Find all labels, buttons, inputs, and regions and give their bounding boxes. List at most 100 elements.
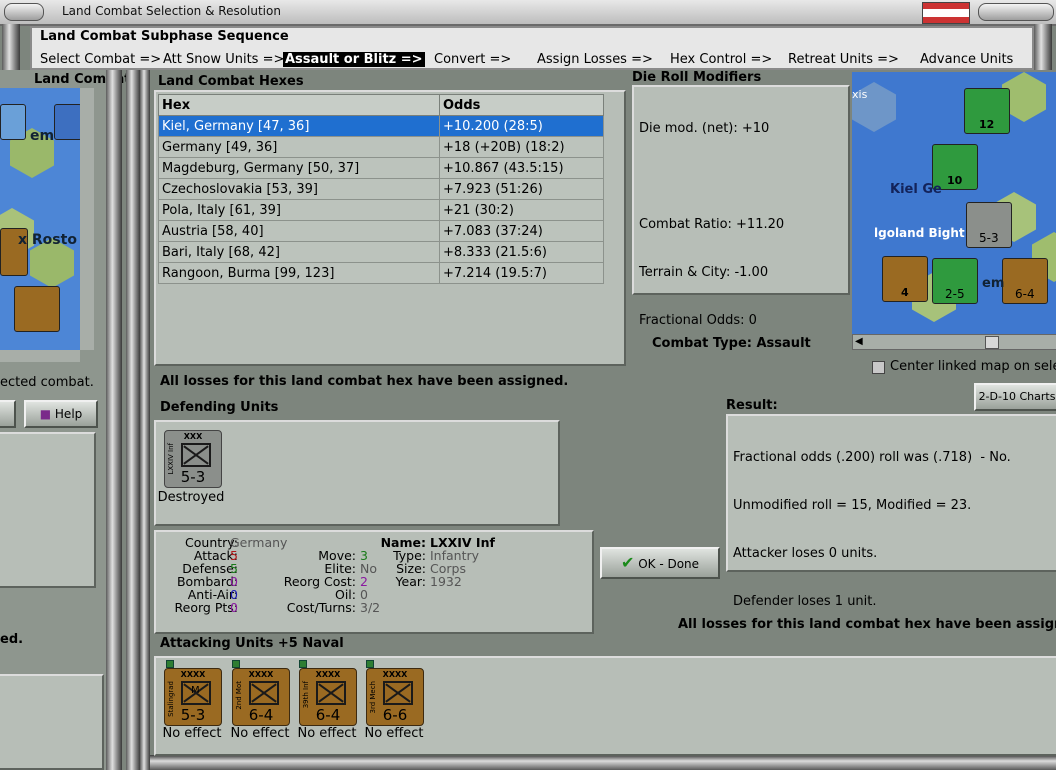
linked-map-scrollbar[interactable]: ◀ (852, 334, 1056, 350)
unit-size: XXX (183, 432, 203, 441)
pipe-decor (2, 24, 20, 70)
year-value: 1932 (430, 574, 462, 589)
attacking-unit-counter[interactable]: XXXX 3rd Mech 6-6 (366, 668, 424, 726)
window-titlebar: Land Combat Selection & Resolution (0, 0, 1056, 26)
hexes-list-box: Hex Odds Kiel, Germany [47, 36] +10.200 (… (154, 90, 626, 366)
attacking-unit-counter[interactable]: XXXX Stalingrad M 5-3 (164, 668, 222, 726)
hex-row[interactable]: Magdeburg, Germany [50, 37] +10.867 (43.5… (158, 157, 604, 179)
step-select-combat[interactable]: Select Combat => (40, 52, 161, 67)
pipe-decor (1034, 24, 1052, 70)
odds-cell: +7.214 (19.5:7) (439, 262, 604, 284)
left-bottom-box (0, 674, 104, 770)
infantry-icon (383, 681, 413, 705)
country-value: Germany (230, 535, 288, 550)
hex-column-header[interactable]: Hex (158, 94, 440, 116)
map-unit[interactable] (0, 104, 26, 140)
left-info-box (0, 432, 96, 588)
scroll-left-icon[interactable]: ◀ (855, 336, 863, 347)
hex-row[interactable]: Kiel, Germany [47, 36] +10.200 (28:5) (158, 115, 604, 137)
combat-type-label: Combat Type: (652, 336, 752, 351)
hex-row[interactable]: Rangoon, Burma [99, 123] +7.214 (19.5:7) (158, 262, 604, 284)
step-assault-or-blitz[interactable]: Assault or Blitz => (283, 52, 425, 67)
hex-cell: Bari, Italy [68, 42] (158, 241, 440, 263)
modifier-line: Terrain & City: -1.00 (639, 265, 769, 280)
map-unit-strength: 2-5 (945, 287, 965, 301)
cost-turns-value: 3/2 (360, 600, 381, 615)
modifiers-box: Die mod. (net): +10 Combat Ratio: +11.20… (632, 85, 850, 328)
odds-cell: +10.200 (28:5) (439, 115, 604, 137)
map-unit[interactable]: 6-4 (1002, 258, 1048, 304)
attacking-units-box: XXXX Stalingrad M 5-3 No effect XXXX 2nd… (154, 656, 1056, 756)
center-map-label: Center linked map on sele (890, 359, 1056, 374)
defending-unit-counter[interactable]: XXX LXXIV Inf 5-3 (164, 430, 222, 488)
hex-cell: Germany [49, 36] (158, 136, 440, 158)
defending-units-box: XXX LXXIV Inf 5-3 Destroyed (154, 420, 560, 526)
linked-map[interactable]: 12 10 5-3 4 2-5 6-4 Kiel Ge lgoland Bigh… (852, 72, 1056, 334)
hex-row[interactable]: Czechoslovakia [53, 39] +7.923 (51:26) (158, 178, 604, 200)
step-retreat-units[interactable]: Retreat Units => (788, 52, 899, 67)
unit-strength: 6-6 (382, 706, 408, 724)
unit-strength: 5-3 (180, 706, 206, 724)
step-assign-losses[interactable]: Assign Losses => (537, 52, 653, 67)
map-unit[interactable]: 2-5 (932, 258, 978, 304)
odds-cell: +7.083 (37:24) (439, 220, 604, 242)
hex-row[interactable]: Austria [58, 40] +7.083 (37:24) (158, 220, 604, 242)
pipe-decor (150, 755, 1056, 770)
help-button[interactable]: ■ Help (24, 400, 98, 428)
map-label: em (30, 128, 55, 144)
ok-done-button[interactable]: ✔ OK - Done (600, 547, 720, 579)
left-status-text: ected combat. (0, 375, 94, 390)
odds-column-header[interactable]: Odds (439, 94, 604, 116)
map-label: em (982, 276, 1005, 291)
unit-strength: 6-4 (315, 706, 341, 724)
modifier-line (639, 169, 784, 185)
mechanized-icon: M (181, 681, 211, 705)
attacking-unit-counter[interactable]: XXXX 2nd Mot 6-4 (232, 668, 290, 726)
losses-message: All losses for this land combat hex have… (160, 374, 569, 389)
unit-indicator (166, 660, 174, 668)
center-map-checkbox[interactable] (872, 361, 885, 374)
left-mini-map[interactable]: em x Rosto (0, 88, 80, 350)
help-button-label: Help (54, 407, 83, 421)
unit-strength: 5-3 (180, 468, 206, 486)
attacking-unit-counter[interactable]: XXXX 39th Inf 6-4 (299, 668, 357, 726)
unit-indicator (232, 660, 240, 668)
hex-row[interactable]: Germany [49, 36] +18 (+20B) (18:2) (158, 136, 604, 158)
hex-cell: Pola, Italy [61, 39] (158, 199, 440, 221)
step-convert[interactable]: Convert => (434, 52, 511, 67)
unit-size: XXXX (180, 670, 206, 679)
step-att-snow-units[interactable]: Att Snow Units => (163, 52, 284, 67)
help-icon: ■ (39, 407, 52, 421)
losses-message-right: All losses for this land combat hex have… (678, 617, 1056, 632)
map-unit[interactable] (54, 104, 80, 140)
map-unit[interactable] (14, 286, 60, 332)
step-advance-units[interactable]: Advance Units (920, 52, 1013, 67)
unit-strength: 6-4 (248, 706, 274, 724)
charts-button[interactable]: 2-D-10 Charts (974, 383, 1056, 411)
hex-row[interactable]: Pola, Italy [61, 39] +21 (30:2) (158, 199, 604, 221)
left-button-fragment[interactable] (0, 400, 16, 428)
unit-size: XXXX (315, 670, 341, 679)
map-unit[interactable]: 4 (882, 256, 928, 302)
hex-cell: Magdeburg, Germany [50, 37] (158, 157, 440, 179)
map-unit[interactable]: 5-3 (966, 202, 1012, 248)
unit-indicator (299, 660, 307, 668)
left-map-hscrollbar[interactable] (0, 350, 80, 362)
map-unit[interactable]: 12 (964, 88, 1010, 134)
map-label: xis (852, 88, 868, 101)
pipe-decor (140, 70, 150, 770)
hex-cell: Rangoon, Burma [99, 123] (158, 262, 440, 284)
left-map-scrollbar[interactable] (80, 88, 94, 350)
unit-size: XXXX (382, 670, 408, 679)
scroll-thumb[interactable] (985, 336, 999, 349)
pipe-decor (126, 70, 140, 770)
defending-unit-result: Destroyed (157, 490, 225, 505)
step-hex-control[interactable]: Hex Control => (670, 52, 772, 67)
hex-row[interactable]: Bari, Italy [68, 42] +8.333 (21.5:6) (158, 241, 604, 263)
map-label: lgoland Bight (874, 226, 965, 240)
hex-cell: Austria [58, 40] (158, 220, 440, 242)
checkmark-icon: ✔ (620, 553, 635, 572)
map-unit-strength: 6-4 (1015, 287, 1035, 301)
titlebar-pipe-right (978, 3, 1054, 21)
left-bottom-text: ed. (0, 632, 24, 647)
